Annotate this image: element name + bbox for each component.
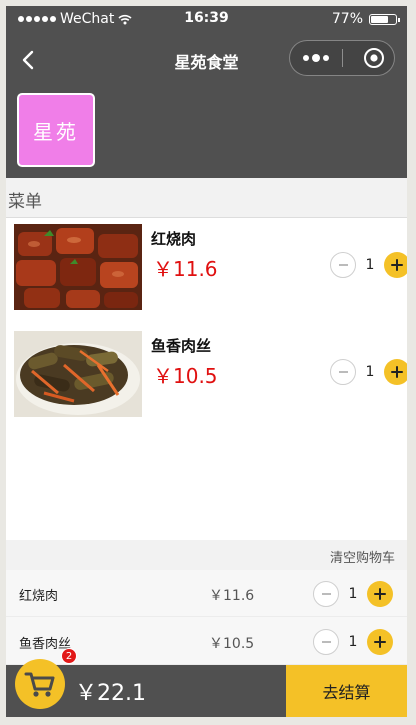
shop-logo-text: 星苑 bbox=[33, 119, 79, 144]
phone-screen: WeChat 16:39 77% 星苑食堂 星苑 菜单 红烧肉 ￥11.6 1 … bbox=[6, 6, 407, 717]
quantity-stepper: 1 bbox=[330, 358, 407, 386]
battery-icon bbox=[369, 13, 400, 25]
battery-percent: 77% bbox=[331, 11, 363, 27]
shop-header: 星苑 bbox=[6, 88, 407, 178]
increase-button[interactable] bbox=[384, 359, 407, 385]
decrease-button[interactable] bbox=[330, 252, 356, 278]
checkout-button[interactable]: 去结算 bbox=[286, 665, 407, 717]
clear-cart-button[interactable]: 清空购物车 bbox=[330, 547, 395, 566]
checkout-bar: 2 ￥22.1 去结算 bbox=[6, 648, 407, 717]
status-bar: WeChat 16:39 77% bbox=[6, 6, 407, 32]
capsule-divider bbox=[342, 49, 343, 67]
miniprogram-capsule bbox=[289, 40, 395, 76]
item-price: ￥10.5 bbox=[153, 364, 218, 388]
braised-pork-photo-icon bbox=[14, 224, 142, 310]
decrease-button[interactable] bbox=[330, 359, 356, 385]
cart-quantity-stepper: 1 bbox=[313, 580, 393, 608]
more-options-button[interactable] bbox=[290, 41, 342, 75]
yuxiang-pork-photo-icon bbox=[14, 331, 142, 417]
quantity-value: 1 bbox=[365, 364, 375, 380]
cart-item-name: 红烧肉 bbox=[19, 589, 59, 604]
cart-count-badge: 2 bbox=[61, 648, 77, 664]
cart-item-price: ￥10.5 bbox=[209, 636, 255, 652]
decrease-button[interactable] bbox=[313, 581, 339, 607]
cart-button[interactable]: 2 bbox=[15, 648, 77, 709]
menu-section-header: 菜单 bbox=[6, 178, 407, 218]
quantity-stepper: 1 bbox=[330, 251, 407, 279]
increase-button[interactable] bbox=[367, 581, 393, 607]
shop-logo: 星苑 bbox=[17, 93, 95, 167]
quantity-value: 1 bbox=[348, 586, 358, 602]
menu-header-label: 菜单 bbox=[8, 192, 42, 212]
cart-total: ￥22.1 bbox=[75, 681, 146, 706]
item-name: 鱼香肉丝 bbox=[151, 337, 212, 355]
decrease-button[interactable] bbox=[313, 629, 339, 655]
close-target-icon[interactable] bbox=[362, 46, 386, 70]
cart-toolbar: 清空购物车 bbox=[6, 540, 407, 570]
cart-quantity-stepper: 1 bbox=[313, 628, 393, 656]
shopping-cart-icon bbox=[24, 672, 55, 697]
quantity-value: 1 bbox=[365, 257, 375, 273]
menu-list: 红烧肉 ￥11.6 1 鱼香肉丝 ￥10.5 1 bbox=[14, 218, 407, 540]
increase-button[interactable] bbox=[384, 252, 407, 278]
item-name: 红烧肉 bbox=[151, 230, 197, 248]
cart-item-price: ￥11.6 bbox=[209, 588, 255, 604]
menu-item: 鱼香肉丝 ￥10.5 1 bbox=[14, 331, 407, 421]
item-price: ￥11.6 bbox=[153, 257, 218, 281]
increase-button[interactable] bbox=[367, 629, 393, 655]
navigation-bar: 星苑食堂 bbox=[6, 32, 407, 88]
quantity-value: 1 bbox=[348, 634, 358, 650]
menu-item: 红烧肉 ￥11.6 1 bbox=[14, 224, 407, 314]
cart-row: 红烧肉 ￥11.6 1 bbox=[6, 570, 407, 617]
battery-group: 77% bbox=[331, 11, 400, 27]
